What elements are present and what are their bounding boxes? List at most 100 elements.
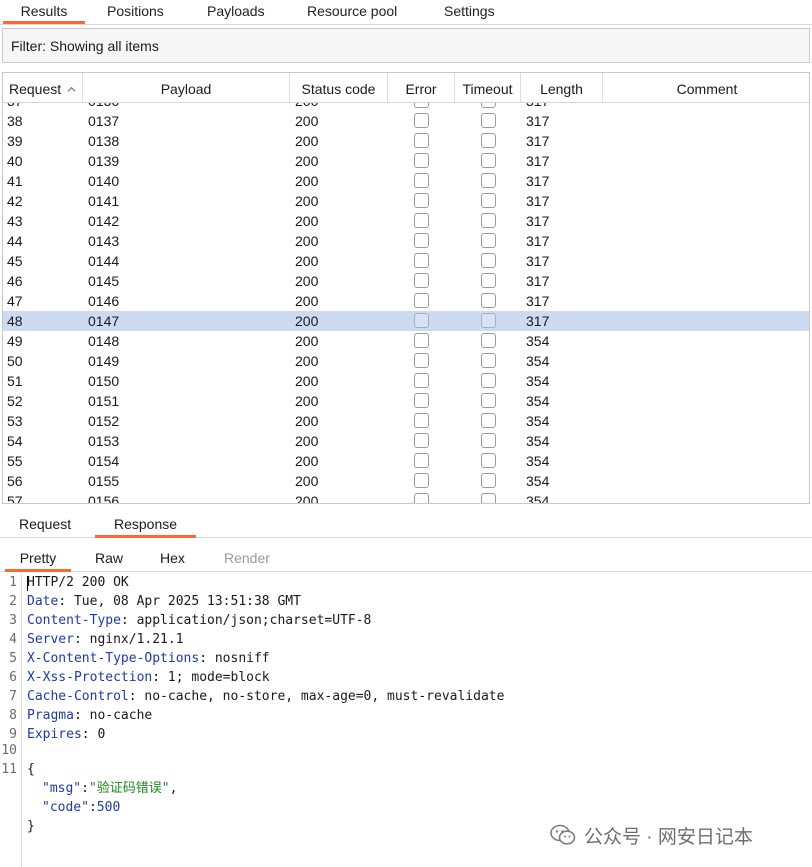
tab-payloads[interactable]: Payloads <box>207 0 265 24</box>
table-row[interactable]: 42 0141 200 317 <box>3 191 809 211</box>
cell-length: 317 <box>526 193 550 209</box>
cell-status-code: 200 <box>295 133 319 149</box>
table-row[interactable]: 51 0150 200 354 <box>3 371 809 391</box>
timeout-checkbox <box>481 273 496 288</box>
timeout-checkbox <box>481 473 496 488</box>
cell-request: 43 <box>7 213 23 229</box>
cell-length: 317 <box>526 153 550 169</box>
cell-length: 354 <box>526 473 550 489</box>
table-row[interactable]: 46 0145 200 317 <box>3 271 809 291</box>
tab-positions[interactable]: Positions <box>107 0 164 24</box>
table-row[interactable]: 55 0154 200 354 <box>3 451 809 471</box>
table-row[interactable]: 57 0156 200 354 <box>3 491 809 503</box>
header-value: : nginx/1.21.1 <box>73 632 184 647</box>
table-row[interactable]: 45 0144 200 317 <box>3 251 809 271</box>
cell-length: 317 <box>526 133 550 149</box>
table-row[interactable]: 48 0147 200 317 <box>3 311 809 331</box>
error-checkbox <box>414 313 429 328</box>
column-header-length[interactable]: Length <box>521 73 603 103</box>
cell-request: 48 <box>7 313 23 329</box>
cell-request: 50 <box>7 353 23 369</box>
table-row[interactable]: 44 0143 200 317 <box>3 231 809 251</box>
header-value: : no-cache, no-store, max-age=0, must-re… <box>128 689 505 704</box>
table-row[interactable]: 41 0140 200 317 <box>3 171 809 191</box>
header-name: X-Xss-Protection <box>27 670 153 685</box>
table-row[interactable]: 43 0142 200 317 <box>3 211 809 231</box>
table-row[interactable]: 53 0152 200 354 <box>3 411 809 431</box>
timeout-checkbox <box>481 153 496 168</box>
header-value: : 1; mode=block <box>152 670 270 685</box>
tab-hex[interactable]: Hex <box>160 547 185 572</box>
error-checkbox <box>414 173 429 188</box>
table-row[interactable]: 49 0148 200 354 <box>3 331 809 351</box>
timeout-checkbox <box>481 353 496 368</box>
cell-length: 317 <box>526 253 550 269</box>
tab-request[interactable]: Request <box>19 513 71 538</box>
cell-length: 317 <box>526 173 550 189</box>
line-number-gutter: 1 2 3 4 5 6 7 8 9 10 11 <box>0 573 22 867</box>
column-header-status-code[interactable]: Status code <box>290 73 388 103</box>
table-row[interactable]: 50 0149 200 354 <box>3 351 809 371</box>
line-number: 6 <box>9 670 17 685</box>
cell-status-code: 200 <box>295 293 319 309</box>
cell-length: 317 <box>526 113 550 129</box>
tab-resource-pool[interactable]: Resource pool <box>307 0 397 24</box>
table-row[interactable]: 56 0155 200 354 <box>3 471 809 491</box>
timeout-checkbox <box>481 373 496 388</box>
column-header-comment[interactable]: Comment <box>603 73 809 103</box>
line-number: 8 <box>9 708 17 723</box>
timeout-checkbox <box>481 333 496 348</box>
header-value: HTTP/2 200 OK <box>27 575 129 590</box>
cell-length: 317 <box>526 273 550 289</box>
cell-status-code: 200 <box>295 393 319 409</box>
header-name: Pragma <box>27 708 74 723</box>
response-line: Expires: 0 <box>27 725 105 744</box>
tab-results[interactable]: Results <box>3 0 85 24</box>
table-row[interactable]: 39 0138 200 317 <box>3 131 809 151</box>
table-row[interactable]: 40 0139 200 317 <box>3 151 809 171</box>
tab-settings[interactable]: Settings <box>444 0 495 24</box>
header-name: Cache-Control <box>27 689 129 704</box>
header-value: : no-cache <box>73 708 153 723</box>
column-header-error[interactable]: Error <box>388 73 455 103</box>
watermark: 公众号 · 网安日记本 <box>550 824 753 848</box>
line-number: 2 <box>9 594 17 609</box>
response-line: { <box>27 760 35 779</box>
tab-raw[interactable]: Raw <box>95 547 123 572</box>
response-line: Cache-Control: no-cache, no-store, max-a… <box>27 687 504 706</box>
table-row[interactable]: 52 0151 200 354 <box>3 391 809 411</box>
view-tab-bar: Pretty Raw Hex Render <box>0 542 812 572</box>
header-value: { <box>27 762 35 777</box>
column-header-request[interactable]: Request <box>3 73 83 103</box>
cell-request: 44 <box>7 233 23 249</box>
response-line: X-Content-Type-Options: nosniff <box>27 649 270 668</box>
line-number: 1 <box>9 575 17 590</box>
cell-length: 317 <box>526 233 550 249</box>
cell-request: 56 <box>7 473 23 489</box>
header-value: : nosniff <box>199 651 270 666</box>
top-tab-bar: Results Positions Payloads Resource pool… <box>0 0 812 25</box>
response-line: Content-Type: application/json;charset=U… <box>27 611 371 630</box>
sort-ascending-icon <box>67 86 76 92</box>
filter-bar[interactable]: Filter: Showing all items <box>2 28 810 63</box>
cell-length: 317 <box>526 293 550 309</box>
cell-status-code: 200 <box>295 253 319 269</box>
table-row[interactable]: 54 0153 200 354 <box>3 431 809 451</box>
table-row[interactable]: 47 0146 200 317 <box>3 291 809 311</box>
cell-payload: 0140 <box>88 173 120 189</box>
column-header-label: Request <box>9 81 62 97</box>
column-header-timeout[interactable]: Timeout <box>455 73 521 103</box>
text-caret <box>27 576 28 591</box>
cell-length: 354 <box>526 413 550 429</box>
cell-request: 53 <box>7 413 23 429</box>
timeout-checkbox <box>481 193 496 208</box>
cell-payload: 0155 <box>88 473 120 489</box>
tab-response[interactable]: Response <box>95 513 196 538</box>
cell-length: 317 <box>526 313 550 329</box>
cell-request: 39 <box>7 133 23 149</box>
response-line: Pragma: no-cache <box>27 706 152 725</box>
column-header-payload[interactable]: Payload <box>83 73 290 103</box>
cell-status-code: 200 <box>295 313 319 329</box>
table-row[interactable]: 38 0137 200 317 <box>3 111 809 131</box>
tab-pretty[interactable]: Pretty <box>5 547 71 572</box>
